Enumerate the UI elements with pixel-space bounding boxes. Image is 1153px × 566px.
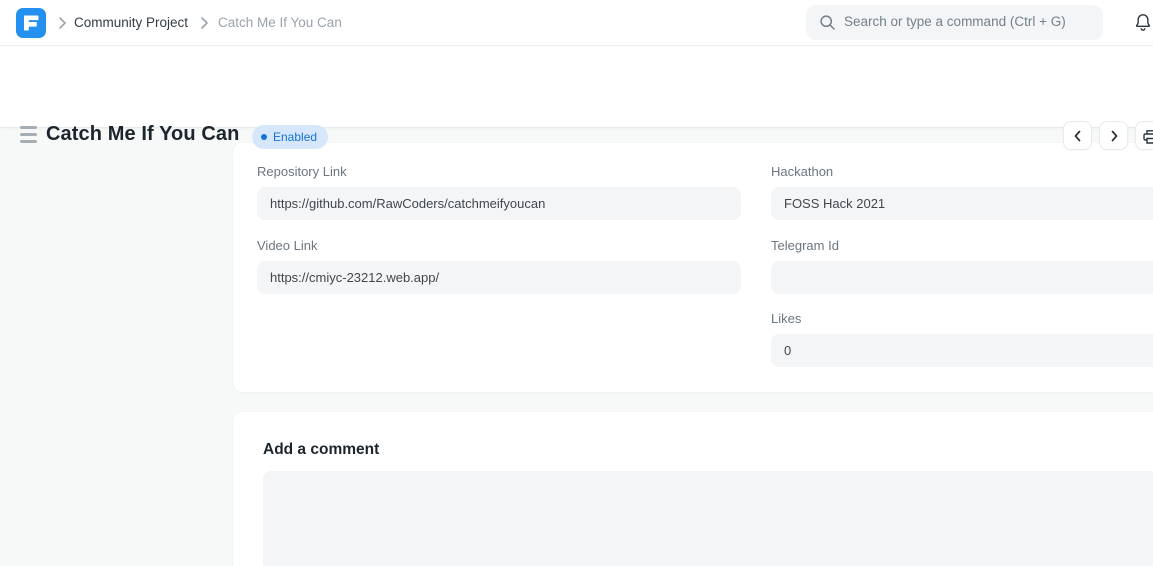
hackathon-input[interactable]: [771, 187, 1153, 220]
breadcrumb-community-project[interactable]: Community Project: [74, 14, 188, 32]
video-link-label: Video Link: [257, 238, 741, 253]
sidebar-toggle-icon[interactable]: [18, 126, 38, 146]
search-icon: [819, 14, 836, 31]
prev-document-button[interactable]: [1063, 121, 1092, 150]
repository-link-label: Repository Link: [257, 164, 741, 179]
likes-input[interactable]: [771, 334, 1153, 367]
field-telegram-id: Telegram Id: [771, 238, 1153, 294]
repository-link-input[interactable]: [257, 187, 741, 220]
frappe-logo-icon[interactable]: [16, 8, 46, 38]
search-placeholder: Search or type a command (Ctrl + G): [844, 14, 1066, 29]
breadcrumb-current-doc: Catch Me If You Can: [218, 14, 342, 32]
notifications-bell-icon[interactable]: [1131, 10, 1153, 36]
hackathon-label: Hackathon: [771, 164, 1153, 179]
comment-textarea[interactable]: [263, 471, 1153, 566]
chevron-right-icon: [52, 13, 72, 33]
top-navbar: Community Project Catch Me If You Can Se…: [0, 0, 1153, 46]
page-head: Catch Me If You Can Enabled: [0, 46, 1153, 128]
field-video-link: Video Link: [257, 238, 741, 294]
next-document-button[interactable]: [1099, 121, 1128, 150]
page-title: Catch Me If You Can: [46, 123, 239, 146]
telegram-id-input[interactable]: [771, 261, 1153, 294]
video-link-input[interactable]: [257, 261, 741, 294]
document-fields-card: Repository Link Hackathon Video Link Tel…: [233, 143, 1153, 392]
field-repository-link: Repository Link: [257, 164, 741, 220]
field-hackathon: Hackathon: [771, 164, 1153, 220]
status-badge: Enabled: [252, 125, 328, 149]
comment-section-card: Add a comment: [233, 412, 1153, 566]
search-input[interactable]: Search or type a command (Ctrl + G): [806, 5, 1103, 40]
chevron-right-icon: [1107, 129, 1121, 143]
print-button[interactable]: [1135, 121, 1153, 150]
printer-icon: [1143, 129, 1153, 144]
chevron-right-icon: [194, 13, 214, 33]
status-badge-label: Enabled: [273, 130, 317, 144]
app-window: Community Project Catch Me If You Can Se…: [0, 0, 1153, 566]
field-likes: Likes: [771, 311, 1153, 367]
likes-label: Likes: [771, 311, 1153, 326]
status-dot-icon: [261, 134, 267, 140]
add-comment-heading: Add a comment: [263, 441, 379, 459]
chevron-left-icon: [1071, 129, 1085, 143]
telegram-id-label: Telegram Id: [771, 238, 1153, 253]
